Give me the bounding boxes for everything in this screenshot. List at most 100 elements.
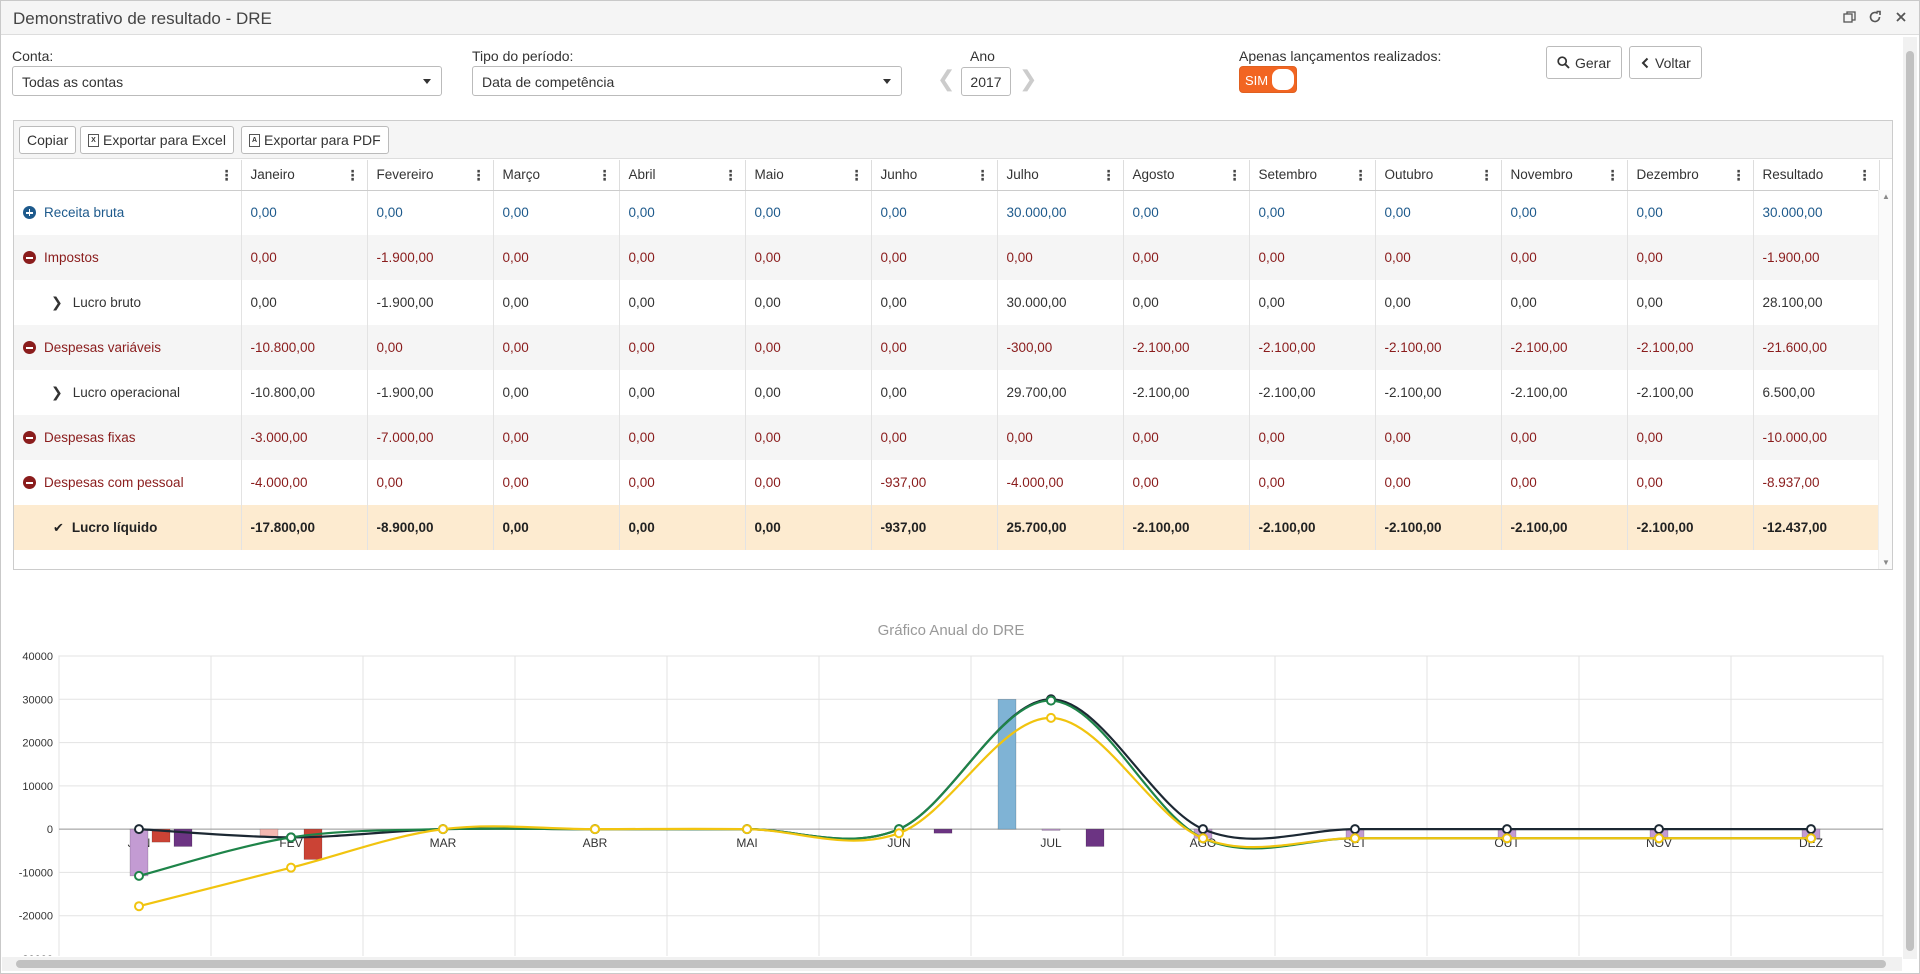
table-cell: 0,00	[871, 370, 998, 415]
voltar-button[interactable]: Voltar	[1629, 46, 1702, 79]
dre-grid: Copiar X Exportar para Excel A Exportar …	[13, 120, 1893, 570]
row-label: Despesas variáveis	[44, 340, 162, 355]
column-header-label: Setembro	[1258, 167, 1318, 183]
column-menu-icon[interactable]: ⋮	[1102, 167, 1116, 184]
toggle-knob	[1272, 69, 1294, 90]
y-tick-label: 30000	[22, 694, 53, 706]
window-controls	[1839, 7, 1911, 27]
plus-circle-icon[interactable]	[23, 206, 36, 220]
page-vscroll-thumb[interactable]	[1906, 51, 1914, 951]
table-cell: -10.800,00	[241, 325, 368, 370]
row-label-cell: ✔ Lucro líquido	[14, 505, 242, 550]
table-row[interactable]: Receita bruta 0,00 0,00 0,00 0,00 0,00 0,00 30.…	[14, 190, 1880, 235]
table-row[interactable]: ❯ Lucro operacional -10.800,00 -1.900,00 0,0…	[14, 370, 1880, 415]
column-menu-icon[interactable]: ⋮	[1354, 167, 1368, 184]
table-row[interactable]: Impostos 0,00 -1.900,00 0,00 0,00 0,00 0,00 0,0…	[14, 235, 1880, 280]
dre-window: Demonstrativo de resultado - DRE Conta: …	[0, 0, 1920, 974]
column-menu-icon[interactable]: ⋮	[220, 167, 234, 184]
column-menu-icon[interactable]: ⋮	[850, 167, 864, 184]
table-cell: 0,00	[1375, 280, 1502, 325]
y-tick-label: 20000	[22, 738, 53, 750]
page-hscroll-thumb[interactable]	[16, 960, 1886, 968]
column-header[interactable]: Julho ⋮	[997, 160, 1124, 191]
restore-icon[interactable]	[1839, 7, 1859, 27]
table-row[interactable]: Despesas variáveis -10.800,00 0,00 0,00 0,00…	[14, 325, 1880, 370]
column-header[interactable]: Setembro ⋮	[1249, 160, 1376, 191]
column-header[interactable]: Agosto ⋮	[1123, 160, 1250, 191]
refresh-icon[interactable]	[1865, 7, 1885, 27]
table-cell: 30.000,00	[997, 190, 1124, 235]
table-row[interactable]: ✔ Lucro líquido -17.800,00 -8.900,00 0,00 0,0…	[14, 505, 1880, 550]
column-menu-icon[interactable]: ⋮	[598, 167, 612, 184]
y-tick-label: 0	[47, 824, 53, 836]
table-cell: 0,00	[745, 460, 872, 505]
column-menu-icon[interactable]: ⋮	[1606, 167, 1620, 184]
table-row[interactable]: Despesas com pessoal -4.000,00 0,00 0,00 0,0…	[14, 460, 1880, 505]
table-cell: 6.500,00	[1753, 370, 1880, 415]
table-cell: -21.600,00	[1753, 325, 1880, 370]
y-tick-label: 40000	[22, 651, 53, 663]
scroll-up-icon[interactable]: ▲	[1882, 192, 1890, 201]
column-header[interactable]: Janeiro ⋮	[241, 160, 368, 191]
year-input[interactable]: 2017	[961, 67, 1011, 96]
column-header[interactable]: Novembro ⋮	[1501, 160, 1628, 191]
point-lucro-operacional	[134, 870, 144, 881]
column-header[interactable]: Outubro ⋮	[1375, 160, 1502, 191]
exportar-excel-button[interactable]: X Exportar para Excel	[80, 126, 234, 154]
column-menu-icon[interactable]: ⋮	[1228, 167, 1242, 184]
table-cell: 0,00	[1375, 190, 1502, 235]
copiar-button[interactable]: Copiar	[19, 126, 77, 154]
column-header[interactable]: Dezembro ⋮	[1627, 160, 1754, 191]
table-cell: -937,00	[871, 505, 998, 550]
point-lucro-liquido	[1806, 833, 1816, 844]
column-menu-icon[interactable]: ⋮	[1480, 167, 1494, 184]
column-menu-icon[interactable]: ⋮	[346, 167, 360, 184]
conta-select[interactable]: Todas as contas	[12, 66, 442, 96]
gerar-button[interactable]: Gerar	[1546, 46, 1622, 79]
prev-year-icon[interactable]: ❮	[937, 66, 955, 92]
table-cell: -937,00	[871, 460, 998, 505]
column-header-label: Janeiro	[250, 167, 295, 183]
row-label-cell: ❯ Lucro bruto	[14, 280, 242, 325]
column-menu-icon[interactable]: ⋮	[724, 167, 738, 184]
column-header[interactable]: Abril ⋮	[619, 160, 746, 191]
column-header-label: Agosto	[1132, 167, 1175, 183]
table-cell: 0,00	[619, 370, 746, 415]
table-cell: -2.100,00	[1249, 325, 1376, 370]
minus-circle-icon[interactable]	[23, 251, 36, 264]
column-header[interactable]: Maio ⋮	[745, 160, 872, 191]
chevron-right-icon: ❯	[51, 384, 63, 400]
table-cell: -2.100,00	[1249, 505, 1376, 550]
page-vertical-scrollbar[interactable]	[1903, 37, 1917, 959]
column-header-label: Junho	[880, 167, 918, 183]
column-menu-icon[interactable]: ⋮	[1858, 167, 1872, 184]
table-cell: 0,00	[997, 235, 1124, 280]
bar-despesas-variaveis	[129, 828, 149, 877]
column-header[interactable]: ⋮	[14, 160, 242, 191]
page-horizontal-scrollbar[interactable]	[2, 957, 1902, 971]
table-cell: 0,00	[493, 460, 620, 505]
column-menu-icon[interactable]: ⋮	[976, 167, 990, 184]
realizados-toggle[interactable]: SIM	[1239, 66, 1297, 93]
column-header[interactable]: Fevereiro ⋮	[367, 160, 494, 191]
table-row[interactable]: Despesas fixas -3.000,00 -7.000,00 0,00 0,00…	[14, 415, 1880, 460]
column-menu-icon[interactable]: ⋮	[472, 167, 486, 184]
periodo-select[interactable]: Data de competência	[472, 66, 902, 96]
point-lucro-liquido	[134, 901, 144, 912]
column-menu-icon[interactable]: ⋮	[1732, 167, 1746, 184]
grid-scrollbar[interactable]: ▲ ▼	[1878, 190, 1892, 569]
table-cell: 0,00	[1123, 190, 1250, 235]
row-label-cell: ❯ Lucro operacional	[14, 370, 242, 415]
minus-circle-icon[interactable]	[23, 476, 36, 489]
column-header[interactable]: Junho ⋮	[871, 160, 998, 191]
table-cell: -12.437,00	[1753, 505, 1880, 550]
table-row[interactable]: ❯ Lucro bruto 0,00 -1.900,00 0,00 0,00 0,00 0,0…	[14, 280, 1880, 325]
minus-circle-icon[interactable]	[23, 341, 36, 354]
next-year-icon[interactable]: ❯	[1019, 66, 1037, 92]
column-header[interactable]: Março ⋮	[493, 160, 620, 191]
close-icon[interactable]	[1891, 7, 1911, 27]
minus-circle-icon[interactable]	[23, 431, 36, 444]
exportar-pdf-button[interactable]: A Exportar para PDF	[241, 126, 389, 154]
table-cell: 0,00	[871, 415, 998, 460]
column-header[interactable]: Resultado ⋮	[1753, 160, 1880, 191]
